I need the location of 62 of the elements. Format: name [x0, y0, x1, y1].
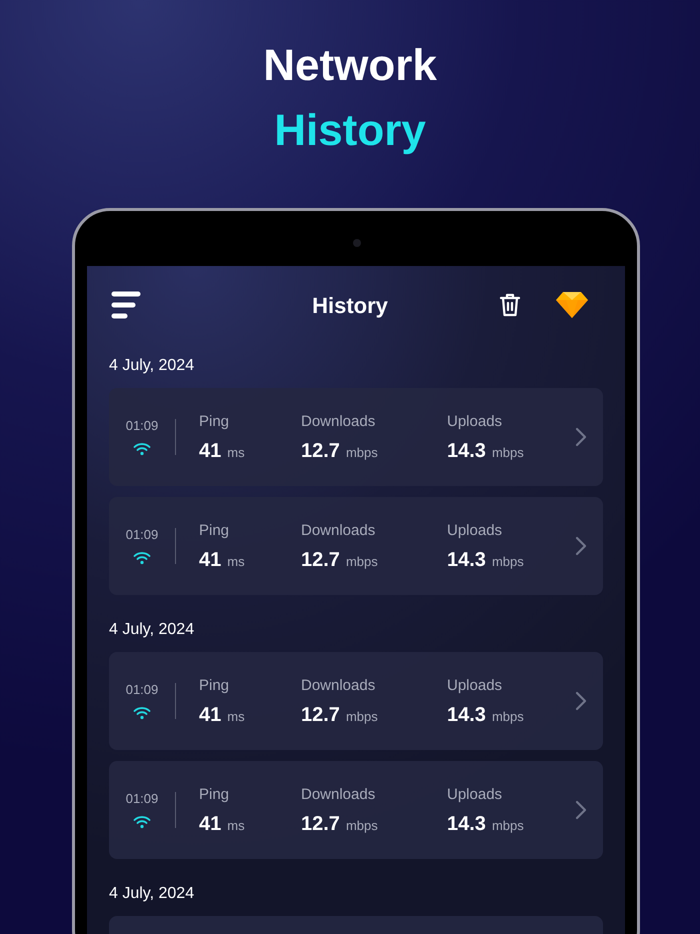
metric-value: 41: [199, 812, 222, 836]
metric-label: Downloads: [301, 784, 376, 804]
time-label: 01:09: [126, 682, 158, 698]
metric-label: Uploads: [447, 412, 504, 432]
chevron-right-icon: [575, 427, 587, 447]
metric-value: 12.7: [301, 438, 340, 462]
headline: Network: [263, 40, 437, 92]
metric-value: 12.7: [301, 548, 340, 572]
chevron-right-icon: [575, 691, 587, 711]
metric-unit: mbps: [346, 552, 378, 571]
metric-value: 12.7: [301, 812, 340, 836]
wifi-icon: [133, 551, 151, 565]
metric-unit: ms: [227, 444, 245, 462]
metric-label: Ping: [199, 412, 230, 432]
metric-unit: mbps: [346, 444, 378, 462]
metric-unit: mbps: [492, 444, 524, 462]
metric-value: 14.3: [447, 438, 486, 462]
date-heading: 4 July, 2024: [109, 356, 196, 376]
metric-label: Downloads: [301, 520, 376, 540]
metric-value: 41: [199, 438, 222, 462]
history-card[interactable]: 01:09 Ping 41 ms Downloads 12.7 mbps Uploads 14.3 mbps: [109, 761, 603, 859]
history-card[interactable]: 01:09 Ping 41 ms Downloads 12.7 mbps Uploads 14.3 mbps: [109, 388, 603, 486]
metric-unit: ms: [227, 708, 245, 726]
screen-title: History: [312, 292, 388, 320]
metric-value: 41: [199, 548, 222, 572]
metric-label: Ping: [199, 676, 230, 696]
diamond-icon[interactable]: [555, 291, 589, 319]
history-card[interactable]: 01:09 Ping 41 ms Downloads 12.7 mbps Uploads 14.3 mbps: [109, 497, 603, 595]
metric-label: Downloads: [301, 412, 376, 432]
metric-label: Uploads: [447, 676, 504, 696]
metric-unit: mbps: [492, 816, 524, 835]
wifi-icon: [133, 815, 151, 829]
camera-icon: [353, 239, 361, 247]
history-card[interactable]: 01:09 Ping 41 ms Downloads 12.7 mbps Uploads 14.3 mbps: [109, 652, 603, 750]
metric-value: 14.3: [447, 702, 486, 726]
metric-unit: mbps: [492, 552, 524, 571]
date-heading: 4 July, 2024: [109, 884, 196, 904]
date-heading: 4 July, 2024: [109, 620, 196, 640]
chevron-right-icon: [575, 536, 587, 556]
menu-icon[interactable]: [111, 291, 141, 319]
metric-unit: mbps: [492, 708, 524, 726]
wifi-icon: [133, 706, 151, 720]
metric-unit: mbps: [346, 816, 378, 835]
metric-unit: ms: [227, 552, 245, 570]
metric-label: Uploads: [447, 784, 504, 804]
metric-value: 14.3: [447, 548, 486, 572]
time-label: 01:09: [126, 527, 158, 543]
chevron-right-icon: [575, 800, 587, 820]
time-label: 01:09: [126, 791, 158, 807]
wifi-icon: [133, 442, 151, 456]
metric-label: Ping: [199, 784, 230, 804]
metric-label: Uploads: [447, 520, 504, 540]
metric-value: 41: [199, 702, 222, 726]
metric-unit: ms: [227, 816, 245, 834]
metric-label: Downloads: [301, 676, 376, 696]
metric-label: Ping: [199, 520, 230, 540]
headline-accent: History: [274, 105, 426, 157]
metric-value: 14.3: [447, 812, 486, 836]
metric-value: 12.7: [301, 702, 340, 726]
time-label: 01:09: [126, 418, 158, 434]
trash-icon[interactable]: [499, 292, 521, 318]
metric-unit: mbps: [346, 708, 378, 726]
